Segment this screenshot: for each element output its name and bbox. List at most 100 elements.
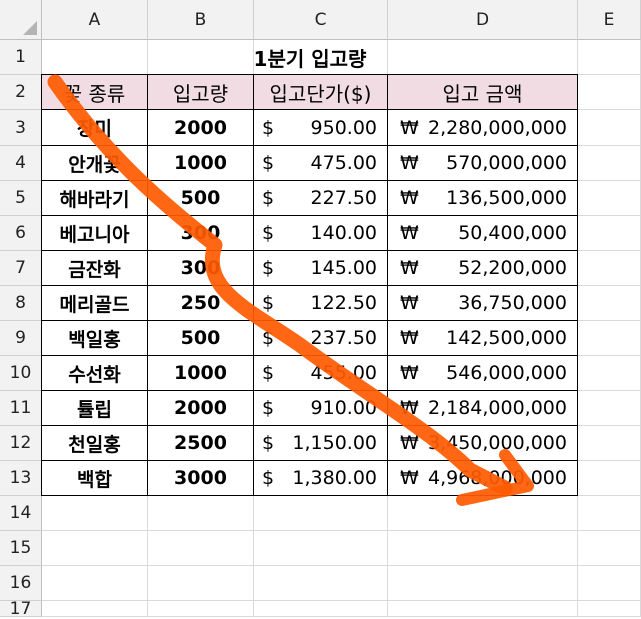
cell[interactable]	[578, 216, 641, 251]
quantity-cell[interactable]: 500	[147, 320, 254, 356]
row-header-11[interactable]: 11	[0, 391, 42, 426]
quantity-cell[interactable]: 2000	[147, 109, 254, 146]
cell[interactable]	[578, 461, 641, 496]
quantity-cell[interactable]: 500	[147, 180, 254, 216]
cell[interactable]	[578, 40, 641, 75]
cell[interactable]	[578, 356, 641, 391]
cell[interactable]	[578, 75, 641, 110]
cell[interactable]	[578, 181, 641, 216]
unit-price-cell[interactable]: $1,150.00	[253, 425, 388, 461]
cell[interactable]	[578, 601, 641, 617]
row-header-3[interactable]: 3	[0, 110, 42, 146]
column-header-b[interactable]: B	[148, 0, 254, 40]
flower-name-cell[interactable]: 금잔화	[41, 250, 148, 286]
column-header-d[interactable]: D	[388, 0, 578, 40]
unit-price-cell[interactable]: $950.00	[253, 109, 388, 146]
flower-name-cell[interactable]: 해바라기	[41, 180, 148, 216]
cell[interactable]	[42, 496, 148, 531]
row-header-10[interactable]: 10	[0, 356, 42, 391]
unit-price-cell[interactable]: $455.00	[253, 355, 388, 391]
cell[interactable]	[578, 146, 641, 181]
cell[interactable]	[388, 531, 578, 566]
amount-cell[interactable]: ₩52,200,000	[387, 250, 578, 286]
row-header-4[interactable]: 4	[0, 146, 42, 181]
amount-cell[interactable]: ₩4,968,000,000	[387, 460, 578, 496]
flower-name-cell[interactable]: 천일홍	[41, 425, 148, 461]
cell[interactable]	[388, 601, 578, 617]
flower-name-cell[interactable]: 메리골드	[41, 285, 148, 321]
quantity-cell[interactable]: 300	[147, 250, 254, 286]
cell[interactable]	[254, 566, 388, 601]
cell[interactable]	[578, 531, 641, 566]
flower-name-cell[interactable]: 백일홍	[41, 320, 148, 356]
quantity-cell[interactable]: 2000	[147, 390, 254, 426]
row-header-8[interactable]: 8	[0, 286, 42, 321]
flower-name-cell[interactable]: 장미	[41, 109, 148, 146]
flower-name-cell[interactable]: 튤립	[41, 390, 148, 426]
amount-cell[interactable]: ₩142,500,000	[387, 320, 578, 356]
column-header-e[interactable]: E	[578, 0, 641, 40]
row-header-9[interactable]: 9	[0, 321, 42, 356]
cell[interactable]	[578, 286, 641, 321]
row-header-12[interactable]: 12	[0, 426, 42, 461]
cell[interactable]	[148, 566, 254, 601]
cell[interactable]	[578, 251, 641, 286]
cell[interactable]	[148, 496, 254, 531]
unit-price-cell[interactable]: $122.50	[253, 285, 388, 321]
row-header-1[interactable]: 1	[0, 40, 42, 75]
quantity-cell[interactable]: 2500	[147, 425, 254, 461]
flower-name-cell[interactable]: 수선화	[41, 355, 148, 391]
cell[interactable]	[578, 321, 641, 356]
row-header-6[interactable]: 6	[0, 216, 42, 251]
column-header-c[interactable]: C	[254, 0, 388, 40]
spreadsheet-grid[interactable]: A B C D E 1 2 3 4 5 6 7 8 9 10 11 12 13 14 15 16 17 1분기 입고량 꽃 종…	[0, 0, 641, 619]
cell[interactable]	[254, 496, 388, 531]
cell[interactable]	[388, 566, 578, 601]
amount-cell[interactable]: ₩36,750,000	[387, 285, 578, 321]
cell[interactable]	[42, 566, 148, 601]
cell[interactable]	[148, 601, 254, 617]
unit-price-cell[interactable]: $910.00	[253, 390, 388, 426]
quantity-cell[interactable]: 1000	[147, 145, 254, 181]
quantity-cell[interactable]: 1000	[147, 355, 254, 391]
amount-cell[interactable]: ₩546,000,000	[387, 355, 578, 391]
cell[interactable]	[578, 391, 641, 426]
unit-price-cell[interactable]: $1,380.00	[253, 460, 388, 496]
cell[interactable]	[578, 496, 641, 531]
amount-cell[interactable]: ₩2,184,000,000	[387, 390, 578, 426]
cell[interactable]	[42, 601, 148, 617]
amount-cell[interactable]: ₩570,000,000	[387, 145, 578, 181]
cell[interactable]	[254, 531, 388, 566]
row-header-14[interactable]: 14	[0, 496, 42, 531]
cell[interactable]	[578, 566, 641, 601]
quantity-cell[interactable]: 3000	[147, 460, 254, 496]
cell[interactable]	[42, 531, 148, 566]
row-header-15[interactable]: 15	[0, 531, 42, 566]
row-header-17[interactable]: 17	[0, 599, 42, 619]
row-header-16[interactable]: 16	[0, 566, 42, 601]
amount-cell[interactable]: ₩50,400,000	[387, 215, 578, 251]
quantity-cell[interactable]: 300	[147, 215, 254, 251]
cell[interactable]	[388, 496, 578, 531]
unit-price-cell[interactable]: $140.00	[253, 215, 388, 251]
row-header-2[interactable]: 2	[0, 75, 42, 110]
select-all-corner[interactable]	[0, 0, 42, 40]
cell[interactable]	[578, 110, 641, 146]
cell[interactable]	[578, 426, 641, 461]
flower-name-cell[interactable]: 안개꽃	[41, 145, 148, 181]
row-header-7[interactable]: 7	[0, 251, 42, 286]
quantity-cell[interactable]: 250	[147, 285, 254, 321]
amount-cell[interactable]: ₩2,280,000,000	[387, 109, 578, 146]
unit-price-cell[interactable]: $145.00	[253, 250, 388, 286]
amount-cell[interactable]: ₩3,450,000,000	[387, 425, 578, 461]
column-header-a[interactable]: A	[42, 0, 148, 40]
unit-price-cell[interactable]: $227.50	[253, 180, 388, 216]
cell[interactable]	[148, 531, 254, 566]
unit-price-cell[interactable]: $237.50	[253, 320, 388, 356]
cell[interactable]	[254, 601, 388, 617]
flower-name-cell[interactable]: 백합	[41, 460, 148, 496]
unit-price-cell[interactable]: $475.00	[253, 145, 388, 181]
row-header-5[interactable]: 5	[0, 181, 42, 216]
amount-cell[interactable]: ₩136,500,000	[387, 180, 578, 216]
flower-name-cell[interactable]: 베고니아	[41, 215, 148, 251]
